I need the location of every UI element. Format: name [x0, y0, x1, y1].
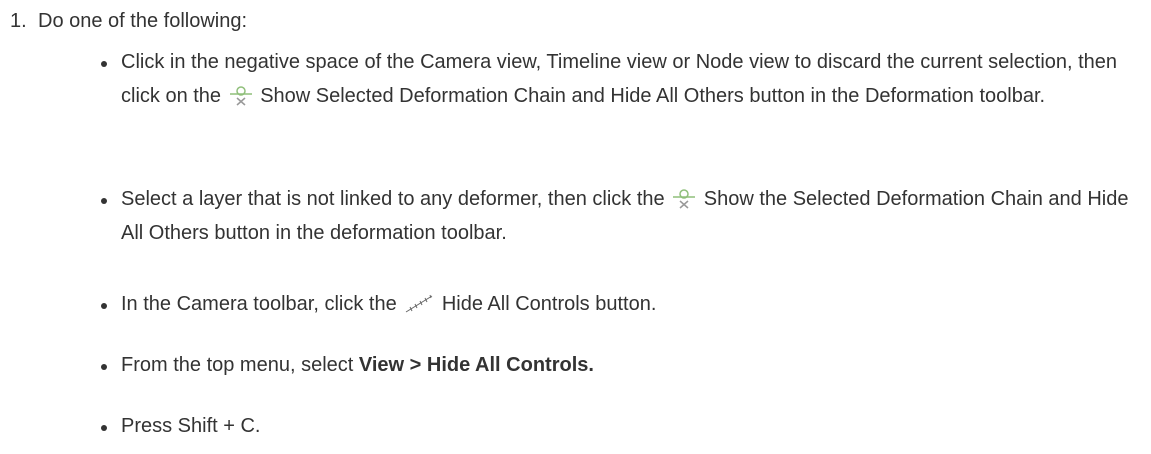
- step-heading: 1. Do one of the following:: [10, 4, 1140, 38]
- step-number: 1.: [10, 10, 27, 32]
- bullet-text: In the Camera toolbar, click the: [121, 293, 397, 315]
- bullet-text: From the top menu, select: [121, 354, 354, 376]
- show-selected-deformation-chain-icon: [229, 86, 253, 106]
- bullet-text: Hide All Controls button.: [441, 293, 657, 315]
- menu-path: View > Hide All Controls.: [358, 354, 594, 376]
- hide-all-controls-icon: [404, 294, 434, 314]
- list-item: Click in the negative space of the Camer…: [101, 45, 1141, 113]
- show-selected-deformation-chain-icon: [672, 189, 696, 209]
- bullet-text: Press Shift + C.: [121, 415, 261, 437]
- step-intro: Do one of the following:: [38, 10, 248, 32]
- list-item: From the top menu, select View > Hide Al…: [101, 348, 1141, 382]
- bullet-text: Show Selected Deformation Chain and Hide…: [260, 85, 1046, 107]
- list-item: In the Camera toolbar, click the Hide Al…: [101, 287, 1141, 321]
- list-item: Select a layer that is not linked to any…: [101, 182, 1141, 250]
- step-1: 1. Do one of the following:: [10, 4, 1140, 38]
- bullet-text: Select a layer that is not linked to any…: [121, 188, 665, 210]
- list-item: Press Shift + C.: [101, 409, 1141, 443]
